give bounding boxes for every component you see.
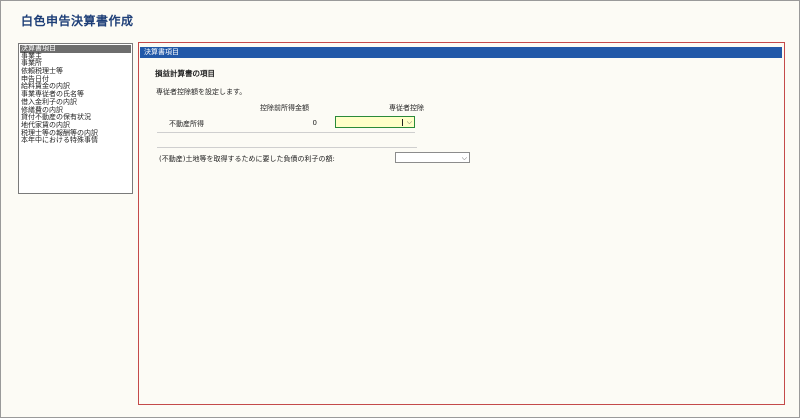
chevron-down-icon[interactable]: ⌵ (407, 117, 412, 128)
chevron-down-icon[interactable]: ⌵ (462, 153, 467, 164)
sidebar: 決算書項目 事業主 事業所 依頼税理士等 申告日付 給料賃金の内訳 事業専従者の… (18, 43, 133, 194)
row-amount: 0 (312, 119, 317, 127)
divider (157, 132, 415, 133)
divider (157, 147, 417, 148)
sidebar-item-special-circumstances[interactable]: 本年中における特殊事情 (19, 137, 132, 145)
section-title: 損益計算書の項目 (155, 69, 215, 78)
app-window: 白色申告決算書作成 決算書項目 事業主 事業所 依頼税理士等 申告日付 給料賃金… (0, 0, 800, 418)
interest-label: (不動産)土地等を取得するために要した負債の利子の額: (159, 155, 335, 163)
main-panel: 決算書項目 損益計算書の項目 専従者控除額を設定します。 控除前所得金額 専従者… (138, 42, 785, 405)
column-header-deduction: 専従者控除 (389, 104, 424, 112)
panel-header: 決算書項目 (140, 47, 782, 58)
page-title: 白色申告決算書作成 (21, 14, 134, 28)
column-header-pre-deduction: 控除前所得金額 (260, 104, 309, 112)
deduction-select[interactable]: ⌵ (335, 116, 415, 128)
instruction-text: 専従者控除額を設定します。 (156, 88, 247, 96)
text-cursor (402, 119, 403, 126)
interest-select[interactable]: ⌵ (395, 152, 470, 163)
row-label-real-estate: 不動産所得 (169, 120, 204, 128)
